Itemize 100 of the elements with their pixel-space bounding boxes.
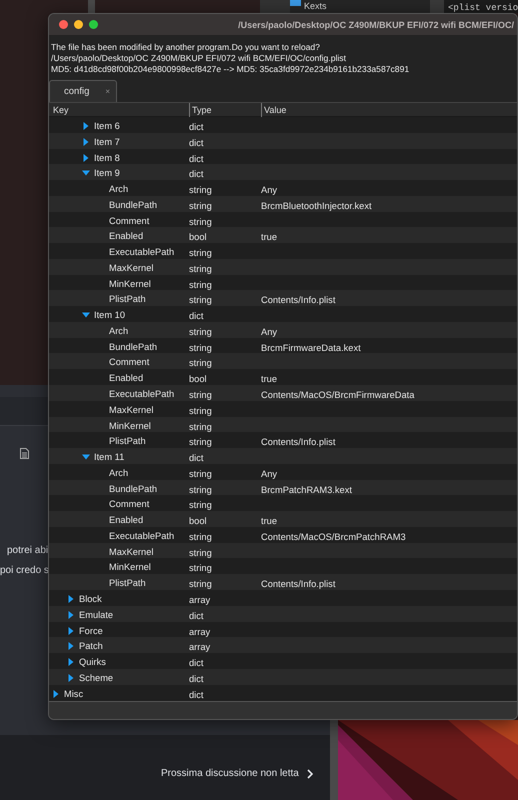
type-text: string <box>189 280 212 290</box>
tree-row[interactable]: Patch array <box>49 637 517 654</box>
code-line: <plist versio <box>448 3 518 13</box>
type-text: string <box>189 579 212 590</box>
tree-row[interactable]: ExecutablePath string Contents/MacOS/BrcmFirmwareData <box>49 385 517 401</box>
type-text: dict <box>189 453 204 464</box>
expanded-arrow-icon[interactable] <box>82 453 90 462</box>
collapsed-arrow-icon[interactable] <box>67 658 75 666</box>
type-text: string <box>189 216 212 227</box>
type-text: bool <box>189 374 207 384</box>
tree-row[interactable]: Enabled bool true <box>49 227 517 244</box>
value-text: Contents/MacOS/BrcmFirmwareData <box>261 390 414 400</box>
document-icon[interactable] <box>20 448 29 459</box>
expanded-arrow-icon[interactable] <box>82 311 90 320</box>
type-text: string <box>189 484 212 495</box>
tree-row[interactable]: Item 9 dict <box>49 164 517 180</box>
key-text: Comment <box>109 357 150 368</box>
value-text: true <box>261 232 278 242</box>
post-text: potrei abi <box>7 544 48 558</box>
tree-row[interactable]: Item 11 dict <box>49 448 517 464</box>
close-tab-icon[interactable]: × <box>105 87 110 96</box>
key-text: PlistPath <box>109 436 146 446</box>
key-text: Item 8 <box>94 152 120 163</box>
type-text: bool <box>189 232 207 242</box>
key-text: PlistPath <box>109 294 146 304</box>
key-text: Item 9 <box>94 168 120 178</box>
tree-row[interactable]: Enabled bool true <box>49 511 517 527</box>
key-text: Comment <box>109 499 150 510</box>
tree-row[interactable]: Arch string Any <box>49 322 517 338</box>
tree-row[interactable]: Item 7 dict <box>49 132 517 149</box>
key-text: Misc <box>64 688 84 699</box>
key-text: ExecutablePath <box>109 389 174 400</box>
collapsed-arrow-icon[interactable] <box>67 642 75 650</box>
tree-row[interactable]: Misc dict <box>49 684 517 700</box>
value-text: BrcmPatchRAM3.kext <box>261 484 352 495</box>
type-text: string <box>189 342 212 353</box>
value-text: Contents/Info.plist <box>261 437 336 448</box>
key-text: MinKernel <box>109 562 151 572</box>
key-text: MinKernel <box>109 278 151 289</box>
value-text: Any <box>261 326 278 337</box>
type-text: dict <box>189 311 204 322</box>
type-text: dict <box>189 674 204 684</box>
type-text: string <box>189 295 212 306</box>
key-text: Patch <box>79 641 103 652</box>
close-icon[interactable] <box>59 20 68 29</box>
type-text: array <box>189 594 210 605</box>
maximize-icon[interactable] <box>89 20 98 29</box>
type-text: bool <box>189 516 207 526</box>
minimize-icon[interactable] <box>74 20 83 29</box>
collapsed-arrow-icon[interactable] <box>67 610 75 619</box>
chevron-right-icon <box>306 768 313 778</box>
key-text: Arch <box>109 468 128 478</box>
tree-row[interactable]: Item 8 dict <box>49 148 517 164</box>
tree-row[interactable]: MaxKernel string <box>49 258 517 275</box>
collapsed-arrow-icon[interactable] <box>52 690 60 698</box>
tree-row[interactable]: MinKernel string <box>49 416 517 432</box>
type-text: dict <box>189 154 204 164</box>
tree-row[interactable]: PlistPath string Contents/Info.plist <box>49 290 517 306</box>
key-text: Item 7 <box>94 136 120 147</box>
type-text: string <box>189 200 212 211</box>
key-text: Enabled <box>109 515 144 526</box>
collapsed-arrow-icon[interactable] <box>67 626 75 634</box>
value-text: Any <box>261 468 278 479</box>
type-text: array <box>189 626 210 636</box>
next-unread-link[interactable]: Prossima discussione non letta <box>161 768 313 779</box>
type-text: string <box>189 468 212 479</box>
expanded-arrow-icon[interactable] <box>82 169 90 178</box>
value-text: BrcmFirmwareData.kext <box>261 342 361 353</box>
key-text: Enabled <box>109 373 144 384</box>
key-text: BundlePath <box>109 200 158 210</box>
collapsed-arrow-icon[interactable] <box>82 122 90 130</box>
column-header[interactable]: Key <box>49 103 189 117</box>
key-text: Item 10 <box>94 310 126 320</box>
reload-message: MD5: d41d8cd98f00b204e9800998ecf8427e --> MD5: 35ca3fd9972e234b9161b233a587c891 <box>51 64 410 75</box>
type-text: dict <box>189 138 204 148</box>
window-title: /Users/paolo/Desktop/OC Z490M/BKUP EFI/072 wifi BCM/EFI/OC/ <box>238 20 515 30</box>
value-text: Contents/Info.plist <box>261 295 336 306</box>
type-text: string <box>189 500 212 510</box>
tree-row[interactable]: PlistPath string Contents/Info.plist <box>49 574 517 590</box>
collapsed-arrow-icon[interactable] <box>82 138 90 146</box>
key-text: MinKernel <box>109 420 151 431</box>
type-text: array <box>189 642 210 652</box>
tree-row[interactable]: Emulate dict <box>49 606 517 622</box>
key-text: Quirks <box>79 657 106 668</box>
tree-row[interactable]: BundlePath string BrcmBluetoothInjector.kext <box>49 196 517 212</box>
tree-row[interactable]: BundlePath string BrcmPatchRAM3.kext <box>49 480 517 496</box>
collapsed-arrow-icon[interactable] <box>67 594 75 603</box>
tree-row[interactable]: Scheme dict <box>49 668 517 685</box>
file-tab[interactable]: config × <box>49 80 117 102</box>
type-text: string <box>189 358 212 368</box>
reload-message: /Users/paolo/Desktop/OC Z490M/BKUP EFI/072 wifi BCM/EFI/OC/config.plist <box>51 53 347 64</box>
key-text: ExecutablePath <box>109 247 174 258</box>
type-text: string <box>189 185 212 196</box>
collapsed-arrow-icon[interactable] <box>82 154 90 162</box>
tree-row[interactable]: Comment string <box>49 353 517 370</box>
reload-message: The file has been modified by another program.Do you want to reload? <box>51 42 321 53</box>
tree-row[interactable]: MaxKernel string <box>49 542 517 558</box>
collapsed-arrow-icon[interactable] <box>67 674 75 682</box>
type-text: string <box>189 422 212 432</box>
folder-name[interactable]: Kexts <box>304 1 327 12</box>
